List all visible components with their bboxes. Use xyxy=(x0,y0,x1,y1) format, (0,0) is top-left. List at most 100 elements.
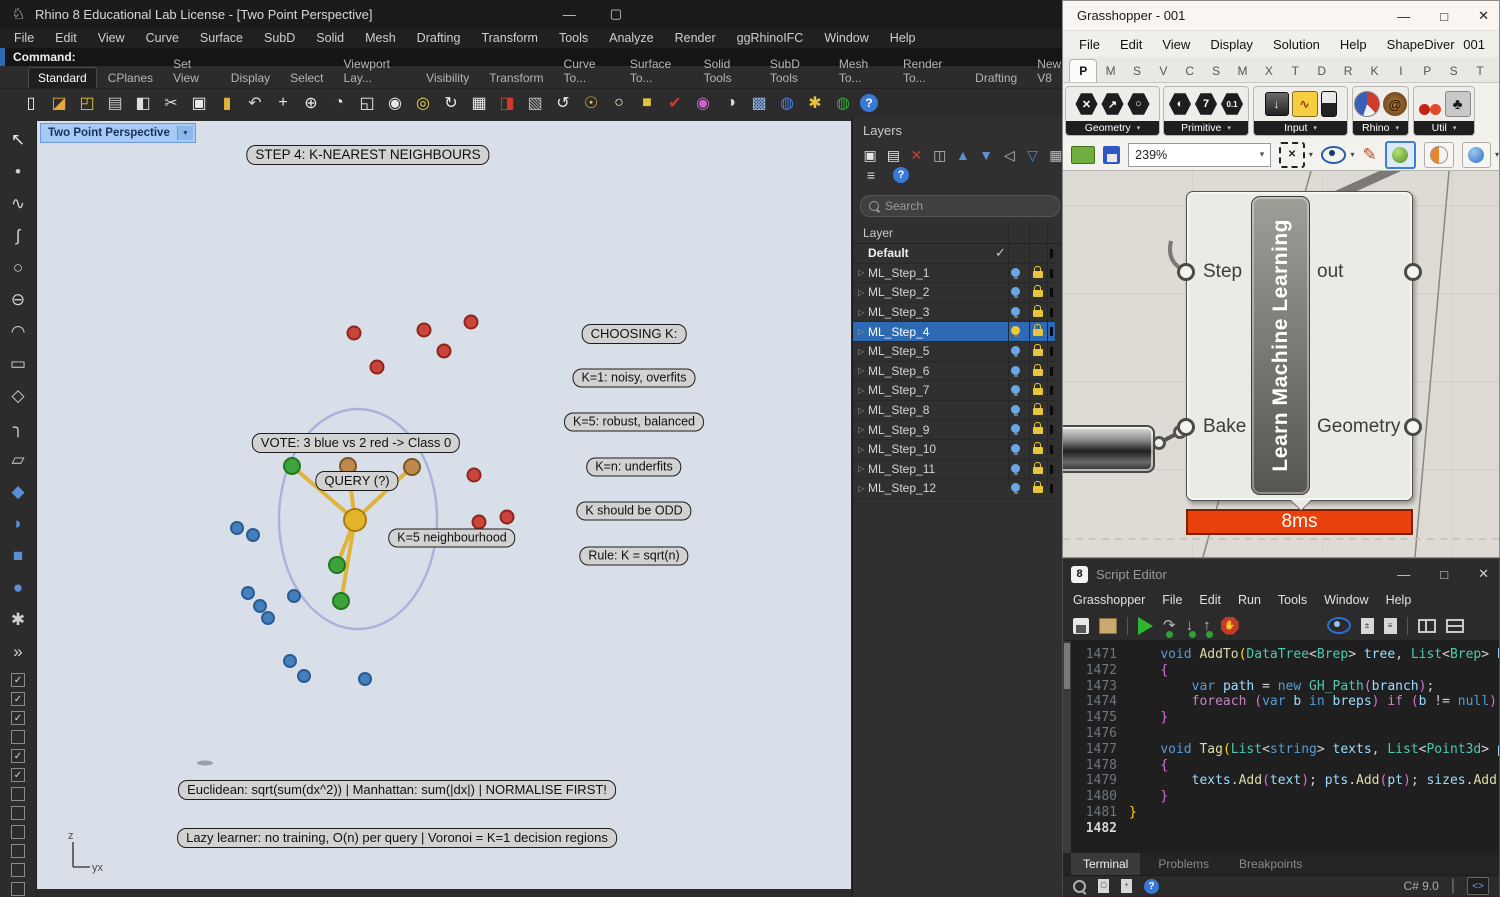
new-file-icon[interactable]: ▯ xyxy=(20,92,42,114)
circle-arrow-icon[interactable]: ↺ xyxy=(552,92,574,114)
filter-checkbox-10[interactable] xyxy=(11,844,25,858)
gh-category-tab-0[interactable]: P xyxy=(1069,59,1097,82)
gear-tool-icon[interactable]: ✱ xyxy=(5,607,31,633)
viewport-tab[interactable]: Two Point Perspective ▼ xyxy=(40,123,196,143)
layer-visibility-bulb-icon[interactable] xyxy=(1011,346,1020,355)
layer-row-ml_step_3[interactable]: ▷ML_Step_3 xyxy=(853,303,1055,323)
filter-checkbox-1[interactable]: ✓ xyxy=(11,673,25,687)
gh-category-tab-1[interactable]: M xyxy=(1097,60,1123,82)
orbit-icon[interactable]: ⊕ xyxy=(300,92,322,114)
copy-properties-icon[interactable]: ◧ xyxy=(132,92,154,114)
layer-lock-icon[interactable] xyxy=(1033,447,1043,454)
class-0-blue-point[interactable] xyxy=(262,612,274,624)
toolbar-tab-viewport-lay-[interactable]: Viewport Lay... xyxy=(335,54,416,88)
help-icon[interactable]: ? xyxy=(860,94,878,112)
layer-lock-icon[interactable] xyxy=(1033,486,1043,493)
ribbon-group-label[interactable]: Rhino▾ xyxy=(1353,121,1408,135)
layer-row-ml_step_12[interactable]: ▷ML_Step_12 xyxy=(853,479,1055,499)
display-shaded-button[interactable] xyxy=(1385,141,1416,169)
toolbar-tab-set-view[interactable]: Set View xyxy=(164,54,220,88)
menu-surface[interactable]: Surface xyxy=(200,31,243,45)
display-blue-button[interactable] xyxy=(1462,142,1491,168)
primitive-integer-icon[interactable]: 7 xyxy=(1195,93,1218,116)
se-tab-terminal[interactable]: Terminal xyxy=(1071,853,1140,875)
menu-solid[interactable]: Solid xyxy=(316,31,344,45)
gh-menu-solution[interactable]: Solution xyxy=(1273,37,1320,52)
primitive-number-icon[interactable]: 0.1 xyxy=(1221,93,1244,116)
expander-icon[interactable]: ▷ xyxy=(858,308,868,317)
expander-icon[interactable]: ▷ xyxy=(858,445,868,454)
menu-analyze[interactable]: Analyze xyxy=(609,31,653,45)
close-button[interactable]: ✕ xyxy=(1478,8,1489,24)
zoom-extents-icon[interactable]: ✕ xyxy=(1279,142,1305,168)
layer-visibility-bulb-icon[interactable] xyxy=(1011,307,1020,316)
layer-lock-icon[interactable] xyxy=(1033,310,1043,317)
class-0-blue-point[interactable] xyxy=(298,670,310,682)
gh-category-tab-14[interactable]: S xyxy=(1440,60,1466,82)
filter-checkbox-3[interactable]: ✓ xyxy=(11,711,25,725)
gh-category-tab-4[interactable]: C xyxy=(1177,60,1203,82)
layer-row-ml_step_7[interactable]: ▷ML_Step_7 xyxy=(853,381,1055,401)
filter-checkbox-11[interactable] xyxy=(11,863,25,877)
se-menu-edit[interactable]: Edit xyxy=(1199,593,1221,607)
viewport-layout-icon[interactable]: ▦ xyxy=(468,92,490,114)
toolbar-tab-visibility[interactable]: Visibility xyxy=(417,68,478,88)
status-file-add-icon[interactable]: + xyxy=(1121,879,1132,893)
box-icon[interactable]: ■ xyxy=(5,543,31,569)
toolbar-tab-curve-to-[interactable]: Curve To... xyxy=(555,54,619,88)
filter-checkbox-2[interactable]: ✓ xyxy=(11,692,25,706)
pan-icon[interactable]: + xyxy=(272,92,294,114)
layer-row-default[interactable]: Default✓ xyxy=(853,244,1055,264)
canvas-paint-icon[interactable]: ✎ xyxy=(1362,145,1376,165)
toolbar-tab-subd-tools[interactable]: SubD Tools xyxy=(761,54,828,88)
gh-category-tab-7[interactable]: X xyxy=(1256,60,1282,82)
layer-row-ml_step_2[interactable]: ▷ML_Step_2 xyxy=(853,283,1055,303)
expander-icon[interactable]: ▷ xyxy=(858,347,868,356)
layer-row-ml_step_4[interactable]: ▷ML_Step_4 xyxy=(853,322,1055,342)
layer-lock-icon[interactable] xyxy=(1033,467,1043,474)
package-manager-icon[interactable] xyxy=(1099,618,1117,634)
menu-tools[interactable]: Tools xyxy=(559,31,588,45)
control-curve-icon[interactable]: ʃ xyxy=(5,223,31,249)
point-icon[interactable]: • xyxy=(5,159,31,185)
expander-icon[interactable]: ▷ xyxy=(858,268,868,277)
circle-icon[interactable]: ○ xyxy=(5,255,31,281)
lock-icon[interactable]: ■ xyxy=(636,92,658,114)
util-tree-icon[interactable]: ♣ xyxy=(1445,91,1471,117)
expander-icon[interactable]: ▷ xyxy=(858,425,868,434)
polygon-icon[interactable]: ◇ xyxy=(5,383,31,409)
gh-category-tab-3[interactable]: V xyxy=(1150,60,1176,82)
filter-checkbox-12[interactable] xyxy=(11,882,25,896)
split-horizontal-icon[interactable] xyxy=(1446,619,1464,633)
grasshopper-canvas[interactable]: Learn Machine Learning StepBakeoutGeomet… xyxy=(1063,171,1499,557)
menu-subd[interactable]: SubD xyxy=(264,31,295,45)
expander-icon[interactable]: ▷ xyxy=(858,327,868,336)
close-button[interactable]: ✕ xyxy=(1478,566,1489,582)
step-out-icon[interactable]: ↑ xyxy=(1203,620,1211,632)
layer-row-ml_step_5[interactable]: ▷ML_Step_5 xyxy=(853,342,1055,362)
component-name-capsule[interactable]: Learn Machine Learning xyxy=(1251,196,1310,495)
status-help-icon[interactable]: ? xyxy=(1144,879,1159,894)
display-dropdown[interactable]: ▾ xyxy=(1495,150,1499,159)
menu-drafting[interactable]: Drafting xyxy=(417,31,461,45)
menu-ggrhinoifc[interactable]: ggRhinoIFC xyxy=(737,31,804,45)
filter-checkbox-9[interactable] xyxy=(11,825,25,839)
layer-color-swatch[interactable] xyxy=(1050,288,1053,297)
input-nub-step[interactable] xyxy=(1177,263,1195,281)
code-scrollbar[interactable] xyxy=(1063,641,1071,853)
gh-category-tab-2[interactable]: S xyxy=(1124,60,1150,82)
neighbour-tan-point[interactable] xyxy=(404,459,420,475)
gh-menu-shapediver[interactable]: ShapeDiver xyxy=(1387,37,1455,52)
toolbar-tab-drafting[interactable]: Drafting xyxy=(966,68,1026,88)
menu-mesh[interactable]: Mesh xyxy=(365,31,396,45)
earth-icon[interactable]: ◍ xyxy=(832,92,854,114)
help-icon[interactable]: ? xyxy=(893,167,909,183)
input-nub-bake[interactable] xyxy=(1177,418,1195,436)
display-wire-button[interactable] xyxy=(1424,142,1453,168)
undo-icon[interactable]: ↶ xyxy=(244,92,266,114)
zoom-selected-icon[interactable]: ◉ xyxy=(384,92,406,114)
se-tab-breakpoints[interactable]: Breakpoints xyxy=(1227,853,1314,875)
menu-edit[interactable]: Edit xyxy=(55,31,77,45)
class-1-red-point[interactable] xyxy=(468,469,481,482)
rhino-spiral-icon[interactable]: @ xyxy=(1383,92,1407,116)
